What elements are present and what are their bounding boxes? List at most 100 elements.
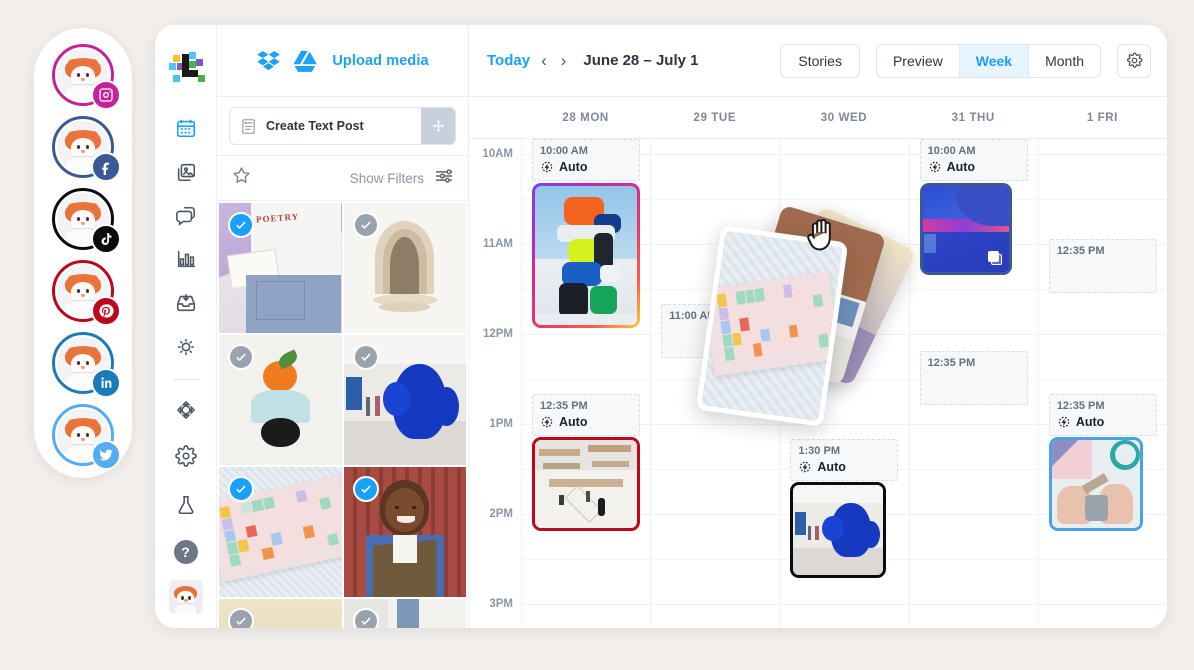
filter-sliders-icon[interactable] bbox=[434, 166, 454, 191]
account-linkedin[interactable] bbox=[52, 332, 121, 398]
question-mark-icon: ? bbox=[181, 544, 190, 561]
account-twitter[interactable] bbox=[52, 404, 121, 470]
account-tiktok[interactable] bbox=[52, 188, 121, 254]
account-facebook[interactable] bbox=[52, 116, 121, 182]
event-time: 1:30 PM bbox=[798, 445, 840, 457]
chevron-left-icon[interactable]: ‹ bbox=[538, 51, 550, 71]
day-column-1-fri[interactable]: 12:35 PM 12:35 PM Auto bbox=[1037, 139, 1167, 628]
calendar-post-pinterest[interactable] bbox=[532, 437, 640, 531]
media-thumbnail[interactable] bbox=[343, 335, 466, 465]
day-header: 28 MON bbox=[562, 111, 609, 124]
calendar-event-slot[interactable]: 1:30 PM Auto bbox=[790, 439, 899, 481]
facebook-icon bbox=[91, 152, 121, 182]
calendar-post-linkedin[interactable] bbox=[1048, 437, 1143, 531]
media-grid: POETRY bbox=[217, 201, 468, 628]
show-filters-label[interactable]: Show Filters bbox=[350, 171, 424, 186]
auto-publish-row: Auto bbox=[540, 160, 632, 174]
sidebar-item-conversations[interactable] bbox=[166, 198, 206, 233]
day-column-31-thu[interactable]: 10:00 AM Auto 12:35 PM bbox=[908, 139, 1038, 628]
sidebar-item-media-library[interactable] bbox=[166, 154, 206, 189]
gear-icon bbox=[1126, 52, 1142, 68]
media-thumbnail[interactable]: POETRY bbox=[219, 203, 342, 333]
time-label: 3PM bbox=[489, 598, 513, 610]
check-icon bbox=[360, 485, 371, 494]
dropbox-icon[interactable] bbox=[256, 48, 282, 74]
auto-label: Auto bbox=[946, 160, 976, 174]
stories-button[interactable]: Stories bbox=[780, 43, 860, 78]
upload-media-link[interactable]: Upload media bbox=[332, 53, 428, 69]
sidebar-item-hashtags[interactable] bbox=[166, 392, 206, 427]
auto-publish-row: Auto bbox=[540, 415, 632, 429]
media-thumbnail[interactable] bbox=[343, 467, 466, 597]
thumbnail-check-badge[interactable] bbox=[352, 344, 379, 370]
event-time: 12:35 PM bbox=[927, 357, 976, 369]
star-icon[interactable] bbox=[231, 165, 252, 191]
calendar-event-slot[interactable]: 12:35 PM Auto bbox=[1048, 394, 1157, 436]
create-post-row: Create Text Post bbox=[217, 97, 468, 155]
auto-publish-icon bbox=[541, 161, 553, 173]
thumbnail-check-badge[interactable] bbox=[228, 476, 254, 502]
calendar-event-slot[interactable]: 12:35 PM Auto bbox=[532, 394, 640, 436]
thumbnail-check-badge[interactable] bbox=[228, 344, 254, 370]
sidebar-item-link-in-bio[interactable] bbox=[166, 330, 206, 365]
calendar-event-slot[interactable]: 12:35 PM bbox=[919, 351, 1028, 405]
social-account-rail bbox=[34, 28, 132, 478]
upload-media-bar: Upload media bbox=[217, 25, 468, 97]
check-icon bbox=[360, 353, 371, 362]
calendar-settings-button[interactable] bbox=[1117, 43, 1151, 78]
media-filter-row: Show Filters bbox=[217, 155, 468, 201]
day-column-28-mon[interactable]: 10:00 AM Auto 12:35 PM Auto bbox=[521, 139, 650, 628]
thumbnail-check-badge[interactable] bbox=[228, 212, 254, 238]
move-handle-icon[interactable] bbox=[421, 108, 455, 144]
gear-icon bbox=[174, 445, 197, 467]
check-icon bbox=[236, 221, 246, 230]
calendar-post-instagram[interactable] bbox=[532, 183, 640, 328]
chat-bubbles-icon bbox=[175, 206, 195, 226]
thumbnail-check-badge[interactable] bbox=[228, 608, 254, 628]
create-text-post-label: Create Text Post bbox=[266, 119, 364, 133]
calendar-post-facebook[interactable] bbox=[919, 183, 1012, 275]
grab-hand-icon bbox=[806, 213, 840, 253]
calendar-event-slot[interactable]: 10:00 AM Auto bbox=[919, 139, 1028, 181]
account-pinterest[interactable] bbox=[52, 260, 121, 326]
media-thumbnail[interactable] bbox=[343, 599, 466, 628]
avatar[interactable] bbox=[168, 580, 203, 615]
help-button[interactable]: ? bbox=[173, 540, 198, 565]
media-thumbnail[interactable] bbox=[219, 335, 342, 465]
drag-card-front-pastel-keyboard[interactable] bbox=[695, 224, 849, 428]
media-thumbnail[interactable] bbox=[219, 467, 342, 597]
tab-month[interactable]: Month bbox=[1029, 45, 1100, 77]
auto-label: Auto bbox=[559, 160, 588, 174]
auto-publish-icon bbox=[541, 416, 553, 428]
account-instagram[interactable] bbox=[52, 44, 121, 110]
later-logo[interactable] bbox=[168, 51, 205, 82]
create-text-post-button[interactable]: Create Text Post bbox=[229, 107, 456, 145]
event-time: 10:00 AM bbox=[927, 145, 976, 157]
calendar-event-slot[interactable]: 10:00 AM Auto bbox=[532, 139, 640, 181]
tab-preview[interactable]: Preview bbox=[877, 44, 960, 77]
media-thumbnail[interactable] bbox=[343, 203, 466, 333]
sidebar-item-settings[interactable] bbox=[166, 436, 206, 476]
thumbnail-check-badge[interactable] bbox=[352, 608, 379, 628]
sidebar-item-collect-media[interactable] bbox=[166, 286, 206, 321]
calendar-post-tiktok[interactable] bbox=[790, 482, 887, 578]
sidebar-item-analytics[interactable] bbox=[166, 242, 206, 277]
google-drive-icon[interactable] bbox=[292, 48, 318, 74]
sidebar-item-labs[interactable] bbox=[166, 485, 206, 525]
day-header: 31 THU bbox=[951, 111, 995, 124]
chevron-right-icon[interactable]: › bbox=[558, 51, 570, 71]
calendar-event-slot[interactable]: 12:35 PM bbox=[1048, 239, 1157, 293]
media-thumbnail[interactable] bbox=[219, 599, 342, 628]
inbox-download-icon bbox=[176, 294, 195, 312]
text-document-icon bbox=[242, 118, 255, 134]
today-button[interactable]: Today bbox=[487, 52, 530, 69]
thumbnail-check-badge[interactable] bbox=[352, 212, 379, 238]
thumbnail-check-badge[interactable] bbox=[352, 476, 379, 502]
check-icon bbox=[236, 353, 246, 362]
hashtag-node-icon bbox=[176, 400, 195, 419]
link-in-bio-icon bbox=[177, 338, 194, 356]
check-icon bbox=[360, 221, 371, 230]
tab-week[interactable]: Week bbox=[959, 44, 1030, 77]
check-icon bbox=[236, 617, 246, 626]
sidebar-item-calendar[interactable] bbox=[166, 111, 206, 146]
